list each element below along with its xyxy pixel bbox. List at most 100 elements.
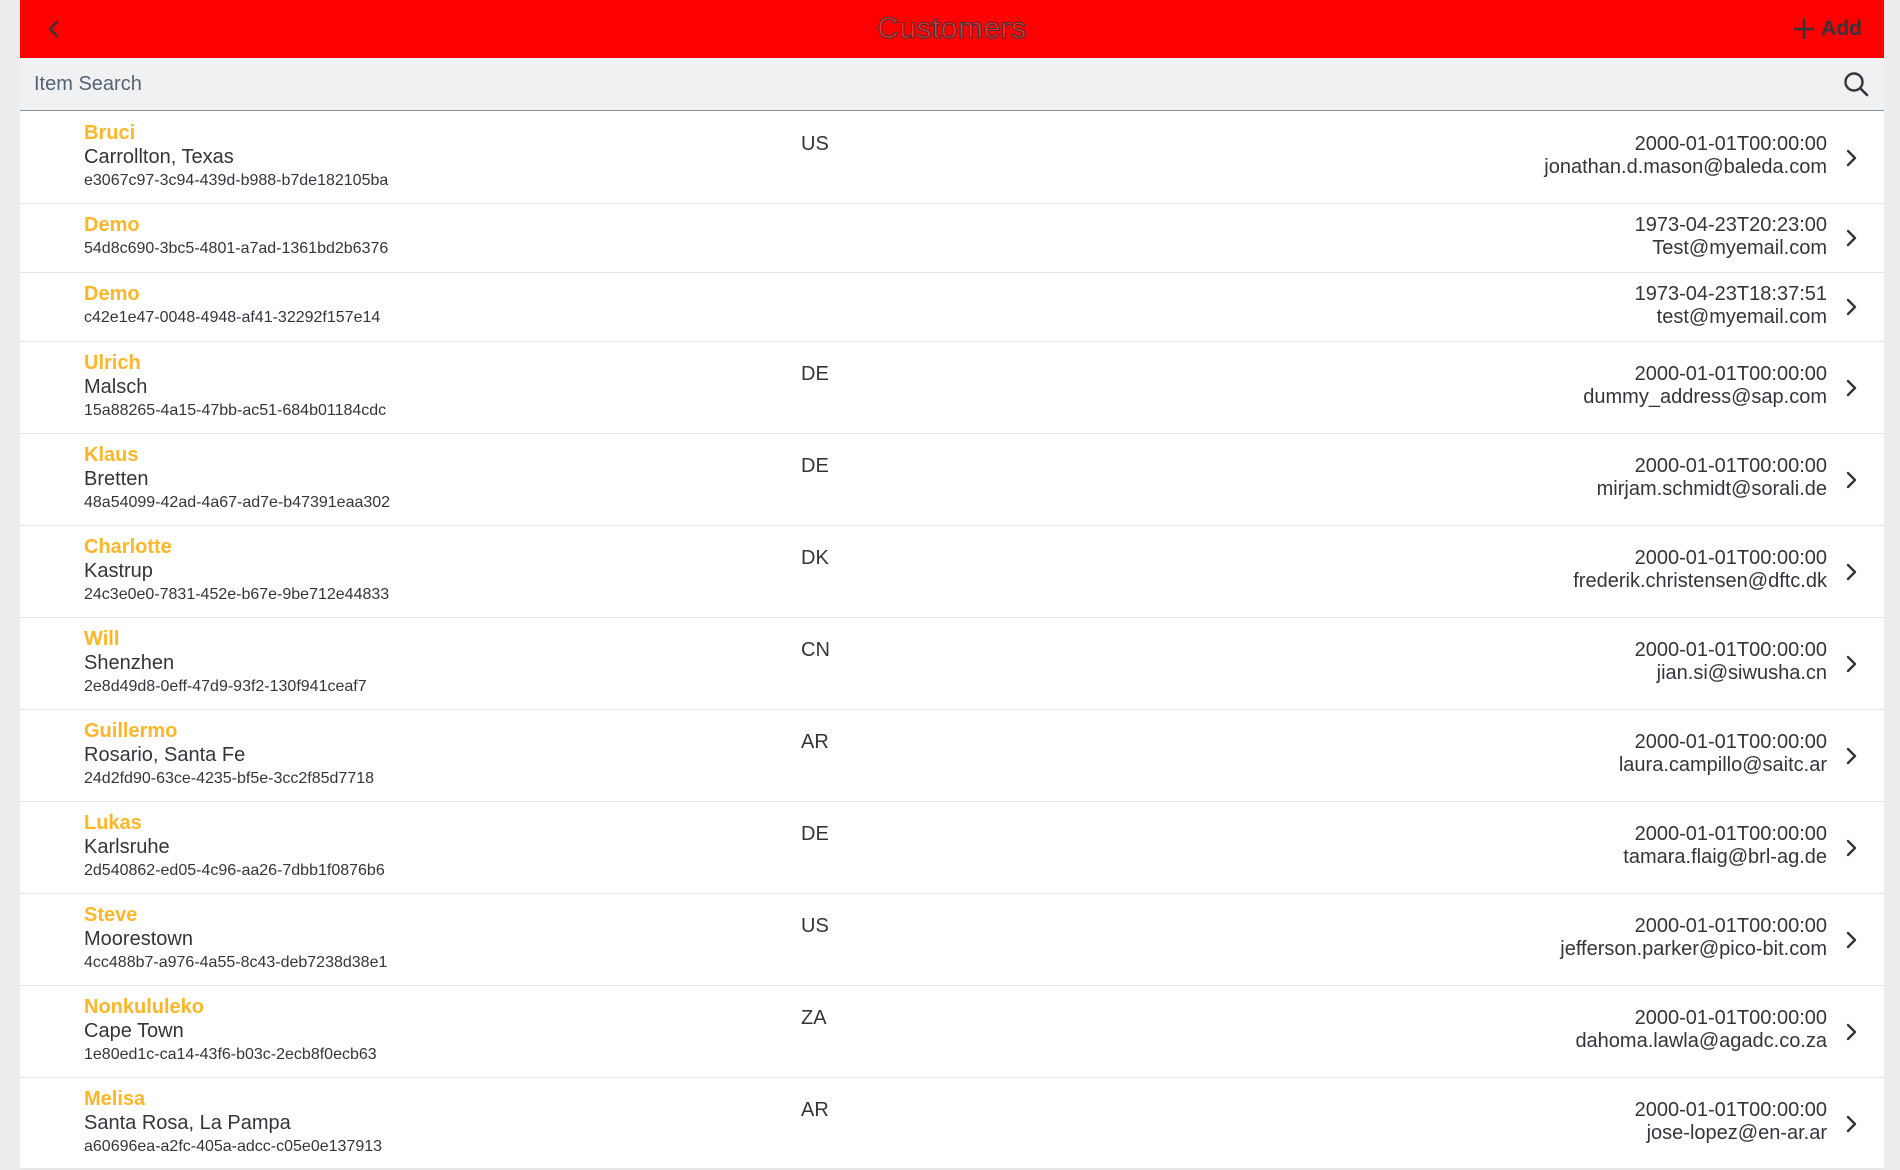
customer-date: 2000-01-01T00:00:00 xyxy=(1634,1007,1827,1029)
customer-date: 1973-04-23T20:23:00 xyxy=(1634,214,1827,236)
customer-date: 2000-01-01T00:00:00 xyxy=(1634,1099,1827,1121)
customer-email: jefferson.parker@pico-bit.com xyxy=(1560,938,1827,960)
customer-city: Cape Town xyxy=(84,1020,184,1042)
customer-country: ZA xyxy=(801,1007,827,1029)
customer-date: 2000-01-01T00:00:00 xyxy=(1634,455,1827,477)
add-button-label: Add xyxy=(1821,17,1862,40)
chevron-left-icon xyxy=(48,20,59,38)
list-item[interactable]: Lukas Karlsruhe 2d540862-ed05-4c96-aa26-… xyxy=(20,802,1884,894)
customer-city: Malsch xyxy=(84,376,148,398)
customer-country: CN xyxy=(801,639,830,661)
customer-id: 1e80ed1c-ca14-43f6-b03c-2ecb8f0ecb63 xyxy=(84,1046,377,1063)
customer-id: 4cc488b7-a976-4a55-8c43-deb7238d38e1 xyxy=(84,954,388,971)
customer-email: mirjam.schmidt@sorali.de xyxy=(1596,478,1827,500)
customer-id: 24c3e0e0-7831-452e-b67e-9be712e44833 xyxy=(84,586,390,603)
customer-country: DE xyxy=(801,363,829,385)
list-item[interactable]: Demo 54d8c690-3bc5-4801-a7ad-1361bd2b637… xyxy=(20,204,1884,273)
customer-date: 2000-01-01T00:00:00 xyxy=(1634,915,1827,937)
plus-icon xyxy=(1793,18,1815,40)
chevron-right-icon[interactable] xyxy=(1842,836,1860,860)
page-title: Customers xyxy=(877,12,1027,46)
chevron-right-icon[interactable] xyxy=(1842,928,1860,952)
customer-name: Charlotte xyxy=(84,536,172,558)
list-item[interactable]: Nonkululeko Cape Town 1e80ed1c-ca14-43f6… xyxy=(20,986,1884,1078)
customer-id: 15a88265-4a15-47bb-ac51-684b01184cdc xyxy=(84,402,387,419)
customer-name: Lukas xyxy=(84,812,142,834)
customer-date: 2000-01-01T00:00:00 xyxy=(1634,363,1827,385)
customer-city: Kastrup xyxy=(84,560,153,582)
chevron-right-icon[interactable] xyxy=(1842,468,1860,492)
chevron-right-icon[interactable] xyxy=(1842,744,1860,768)
customer-email: jonathan.d.mason@baleda.com xyxy=(1544,156,1827,178)
list-item[interactable]: Melisa Santa Rosa, La Pampa a60696ea-a2f… xyxy=(20,1078,1884,1170)
customer-date: 1973-04-23T18:37:51 xyxy=(1634,283,1827,305)
customer-date: 2000-01-01T00:00:00 xyxy=(1634,823,1827,845)
search-input[interactable] xyxy=(20,58,1820,110)
customer-name: Guillermo xyxy=(84,720,178,742)
chevron-right-icon[interactable] xyxy=(1842,146,1860,170)
chevron-right-icon[interactable] xyxy=(1842,376,1860,400)
customer-country: DE xyxy=(801,455,829,477)
customer-country: AR xyxy=(801,1099,829,1121)
chevron-right-icon[interactable] xyxy=(1842,1020,1860,1044)
customer-id: c42e1e47-0048-4948-af41-32292f157e14 xyxy=(84,309,381,326)
customer-city: Carrollton, Texas xyxy=(84,146,234,168)
customer-name: Will xyxy=(84,628,120,650)
customer-name: Demo xyxy=(84,283,140,305)
customer-date: 2000-01-01T00:00:00 xyxy=(1634,547,1827,569)
customer-name: Melisa xyxy=(84,1088,146,1110)
add-button[interactable]: Add xyxy=(1793,12,1862,46)
chevron-right-icon[interactable] xyxy=(1842,1112,1860,1136)
customer-id: 2d540862-ed05-4c96-aa26-7dbb1f0876b6 xyxy=(84,862,385,879)
customer-email: Test@myemail.com xyxy=(1652,237,1827,259)
customer-name: Bruci xyxy=(84,122,136,144)
customer-email: test@myemail.com xyxy=(1656,306,1827,328)
list-item[interactable]: Ulrich Malsch 15a88265-4a15-47bb-ac51-68… xyxy=(20,342,1884,434)
customer-city: Karlsruhe xyxy=(84,836,170,858)
customer-email: laura.campillo@saitc.ar xyxy=(1618,754,1827,776)
customer-city: Bretten xyxy=(84,468,149,490)
list-item[interactable]: Charlotte Kastrup 24c3e0e0-7831-452e-b67… xyxy=(20,526,1884,618)
header-bar: Customers Add xyxy=(20,0,1884,58)
chevron-right-icon[interactable] xyxy=(1842,226,1860,250)
app-shell: Customers Add Bruci Carrollton, Texas e3… xyxy=(20,0,1884,1170)
customer-country: DE xyxy=(801,823,829,845)
list-item[interactable]: Demo c42e1e47-0048-4948-af41-32292f157e1… xyxy=(20,273,1884,342)
customer-name: Nonkululeko xyxy=(84,996,205,1018)
customer-name: Demo xyxy=(84,214,140,236)
customer-email: tamara.flaig@brl-ag.de xyxy=(1623,846,1827,868)
customer-name: Steve xyxy=(84,904,138,926)
customer-city: Shenzhen xyxy=(84,652,175,674)
customer-country: US xyxy=(801,915,829,937)
customer-city: Rosario, Santa Fe xyxy=(84,744,246,766)
list-item[interactable]: Guillermo Rosario, Santa Fe 24d2fd90-63c… xyxy=(20,710,1884,802)
customer-email: frederik.christensen@dftc.dk xyxy=(1573,570,1827,592)
customer-name: Klaus xyxy=(84,444,139,466)
customer-date: 2000-01-01T00:00:00 xyxy=(1634,731,1827,753)
chevron-right-icon[interactable] xyxy=(1842,652,1860,676)
customer-id: a60696ea-a2fc-405a-adcc-c05e0e137913 xyxy=(84,1138,383,1155)
customer-country: US xyxy=(801,133,829,155)
customer-id: 24d2fd90-63ce-4235-bf5e-3cc2f85d7718 xyxy=(84,770,375,787)
customer-id: 2e8d49d8-0eff-47d9-93f2-130f941ceaf7 xyxy=(84,678,367,695)
customer-country: AR xyxy=(801,731,829,753)
customer-id: e3067c97-3c94-439d-b988-b7de182105ba xyxy=(84,172,389,189)
customer-date: 2000-01-01T00:00:00 xyxy=(1634,133,1827,155)
chevron-right-icon[interactable] xyxy=(1842,560,1860,584)
list-item[interactable]: Steve Moorestown 4cc488b7-a976-4a55-8c43… xyxy=(20,894,1884,986)
customer-list: Bruci Carrollton, Texas e3067c97-3c94-43… xyxy=(20,112,1884,1170)
back-button[interactable] xyxy=(34,9,74,49)
customer-country: DK xyxy=(801,547,829,569)
search-bar xyxy=(20,58,1884,111)
search-icon[interactable] xyxy=(1842,70,1870,98)
list-item[interactable]: Bruci Carrollton, Texas e3067c97-3c94-43… xyxy=(20,112,1884,204)
chevron-right-icon[interactable] xyxy=(1842,295,1860,319)
list-item[interactable]: Klaus Bretten 48a54099-42ad-4a67-ad7e-b4… xyxy=(20,434,1884,526)
customer-email: dummy_address@sap.com xyxy=(1583,386,1827,408)
customer-email: dahoma.lawla@agadc.co.za xyxy=(1575,1030,1827,1052)
customer-id: 48a54099-42ad-4a67-ad7e-b47391eaa302 xyxy=(84,494,391,511)
customer-date: 2000-01-01T00:00:00 xyxy=(1634,639,1827,661)
customer-id: 54d8c690-3bc5-4801-a7ad-1361bd2b6376 xyxy=(84,240,389,257)
list-item[interactable]: Will Shenzhen 2e8d49d8-0eff-47d9-93f2-13… xyxy=(20,618,1884,710)
customer-name: Ulrich xyxy=(84,352,141,374)
